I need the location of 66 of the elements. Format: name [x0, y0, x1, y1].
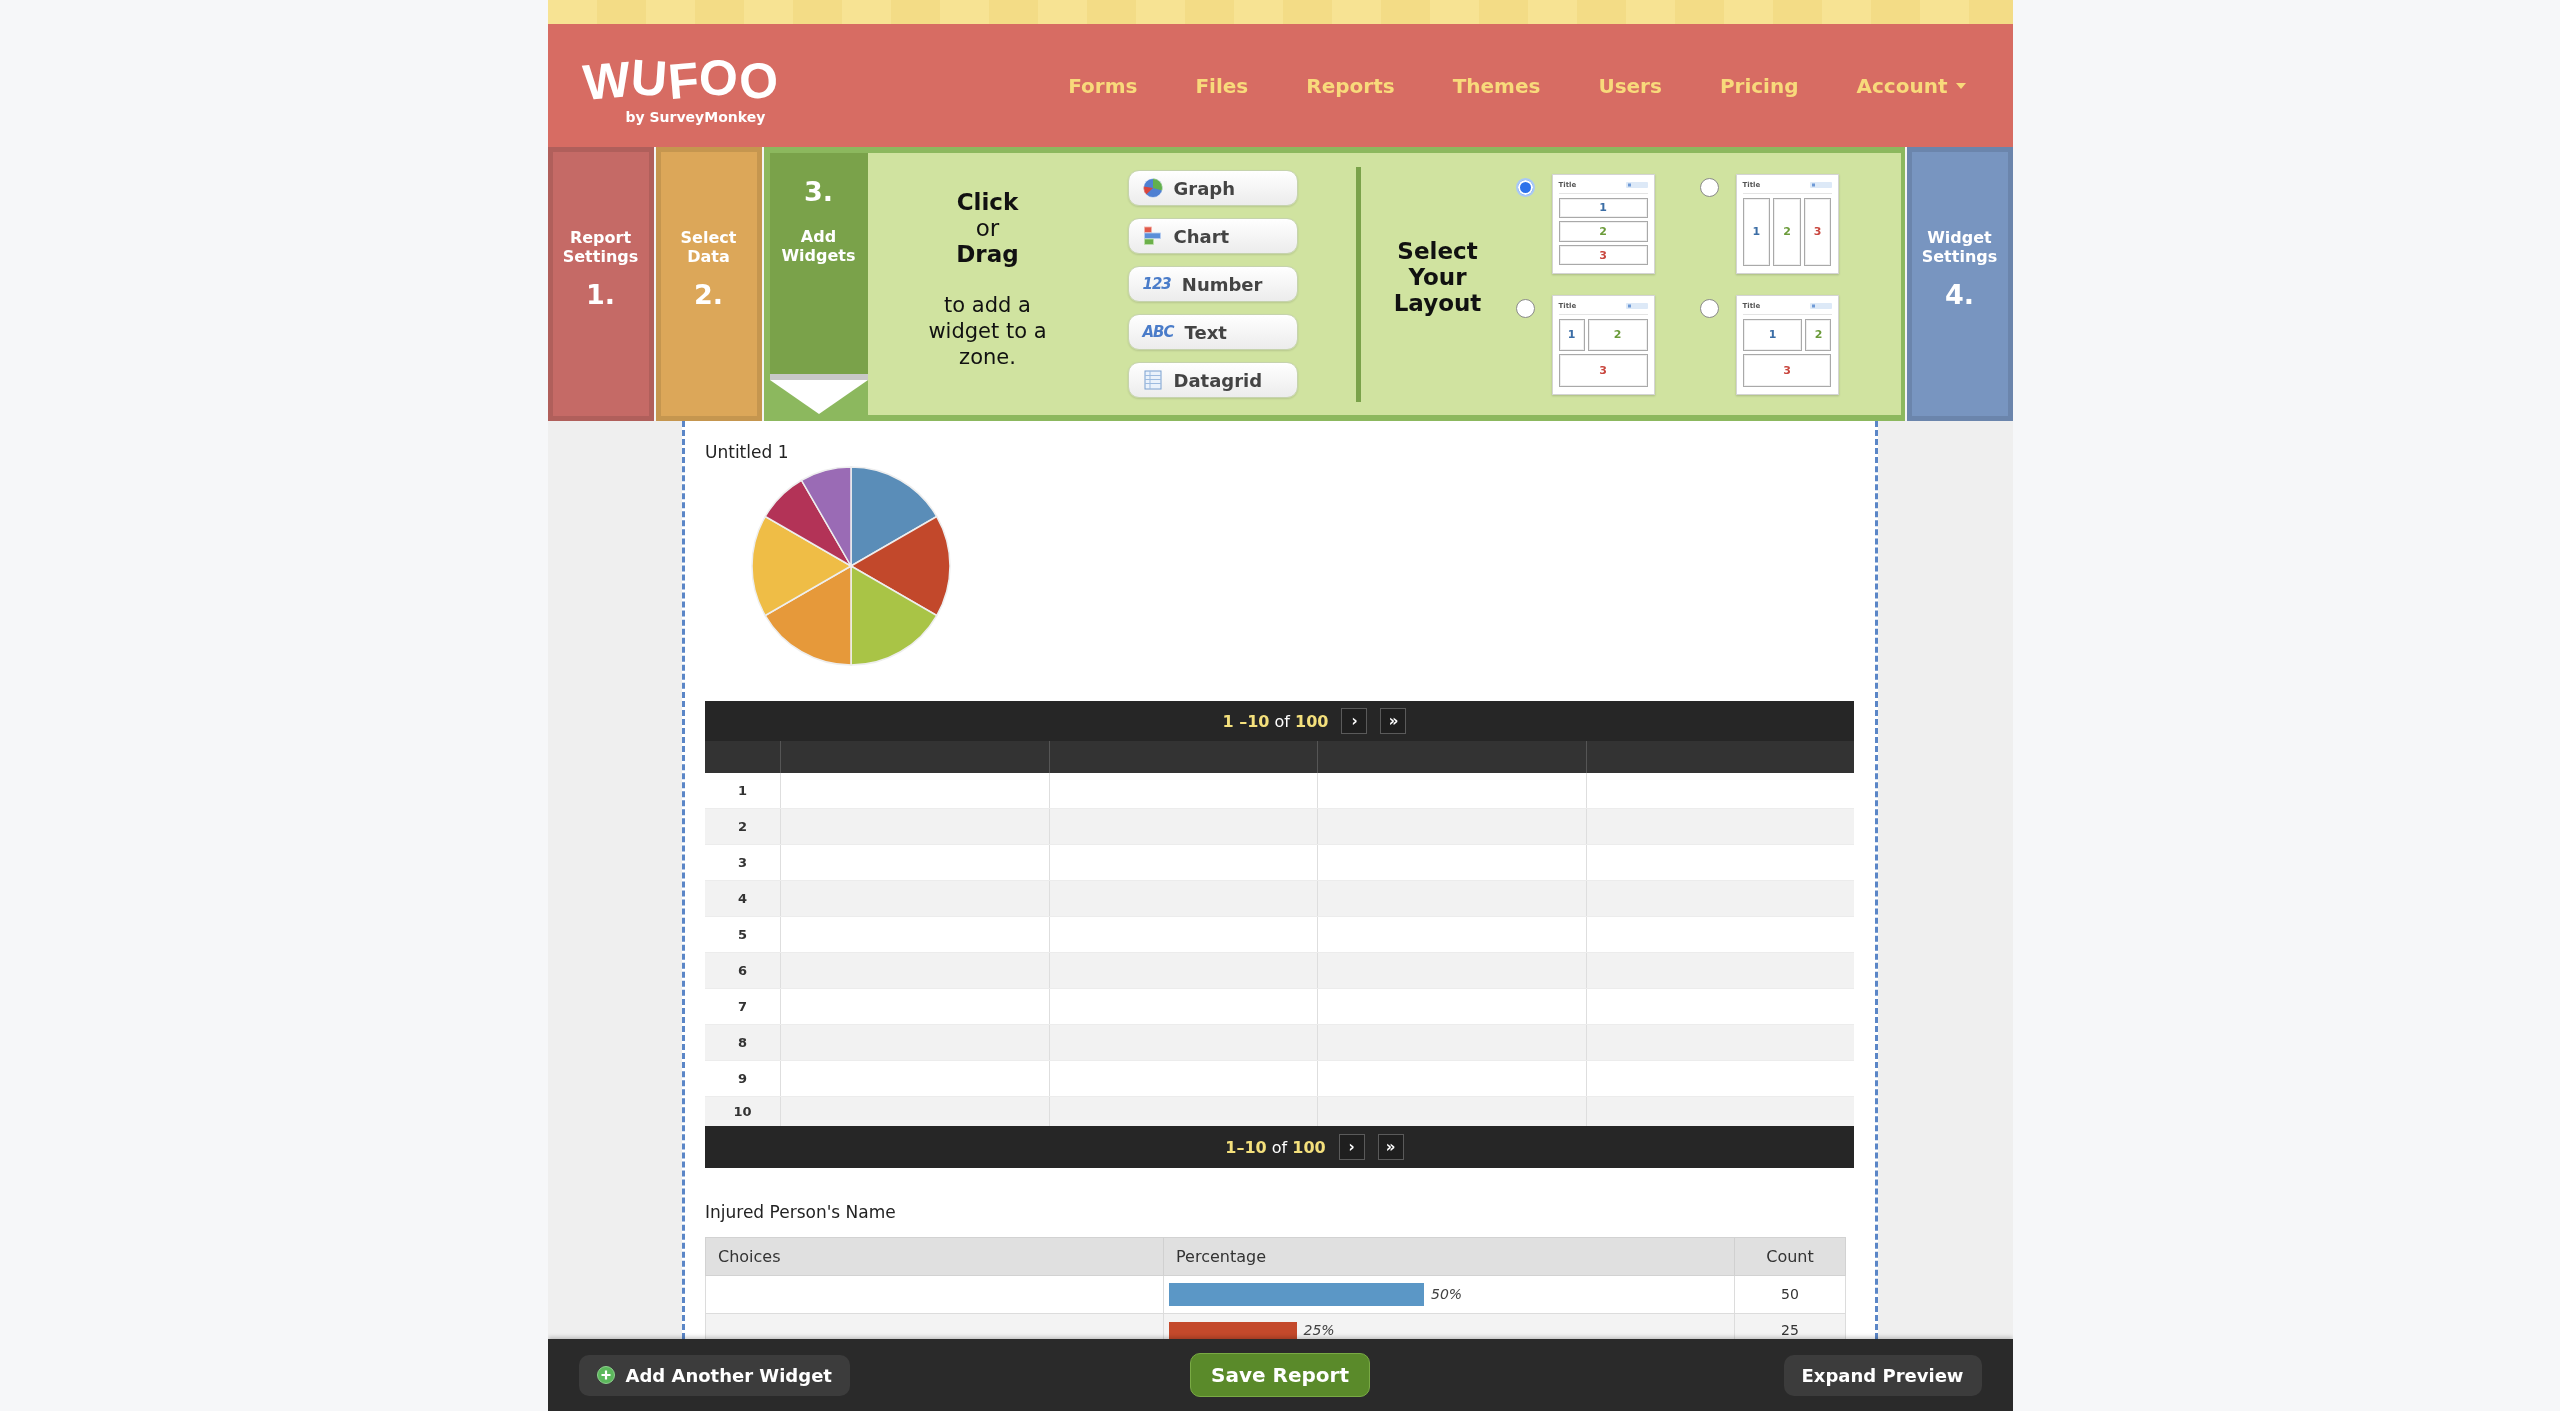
count-value: 50	[1781, 1286, 1799, 1303]
layout-zone: 3	[1558, 244, 1648, 266]
percentage-label: 25%	[1303, 1322, 1335, 1339]
widget-button[interactable]: Datagrid	[1127, 362, 1298, 398]
layout-zone: 1	[1558, 197, 1648, 219]
expand-preview-button[interactable]: Expand Preview	[1783, 1354, 1982, 1396]
number-glyph-icon: 123	[1142, 275, 1171, 293]
row-number: 6	[737, 963, 747, 978]
layout-zone: 1	[1558, 318, 1585, 351]
column-header: Count	[1766, 1247, 1814, 1266]
layout-radio[interactable]	[1515, 298, 1535, 318]
next-page-button[interactable]: ›	[1338, 1134, 1365, 1160]
letters-glyph-icon: ABC	[1142, 323, 1174, 341]
widget-button[interactable]: ABC Text	[1127, 314, 1298, 350]
caret-icon	[1955, 82, 1966, 89]
row-number: 1	[737, 783, 747, 798]
layout-zone: 2	[1773, 197, 1801, 266]
down-triangle-icon	[769, 374, 868, 415]
row-number: 5	[737, 927, 747, 942]
layout-zone: 3	[1742, 354, 1832, 387]
add-widget-button[interactable]: Add Another Widget	[578, 1354, 850, 1396]
percentage-label: 50%	[1431, 1286, 1463, 1303]
pager-text: 1 –10 of 100	[1222, 711, 1329, 731]
widget-title: Untitled 1	[705, 441, 789, 463]
column-header: Percentage	[1176, 1247, 1266, 1266]
pie-chart-icon	[1142, 178, 1163, 198]
row-number: 3	[737, 855, 747, 870]
table-grid-icon	[1142, 370, 1163, 390]
row-number: 8	[737, 1035, 747, 1050]
layout-zone: 3	[1558, 354, 1648, 387]
widget-button[interactable]: 123 Number	[1127, 266, 1298, 302]
mini-button-icon	[1625, 302, 1648, 309]
mini-button-icon	[1809, 302, 1832, 309]
save-report-button[interactable]: Save Report	[1190, 1353, 1370, 1397]
last-page-button[interactable]: »	[1377, 1134, 1404, 1160]
mini-button-icon	[1625, 181, 1648, 188]
mini-button-icon	[1809, 181, 1832, 188]
row-number: 7	[737, 999, 747, 1014]
layout-radio[interactable]	[1699, 298, 1719, 318]
row-number: 2	[737, 819, 747, 834]
layout-zone: 2	[1558, 221, 1648, 242]
instruction-detail: to add a widget to a zone.	[927, 291, 1048, 370]
column-header: Choices	[718, 1247, 781, 1266]
layout-radio[interactable]	[1515, 177, 1535, 197]
layout-zone: 1	[1742, 197, 1771, 266]
next-page-button[interactable]: ›	[1341, 708, 1368, 734]
widget-button[interactable]: Chart	[1127, 218, 1298, 254]
widget-title: Injured Person's Name	[705, 1201, 896, 1223]
layout-zone: 2	[1805, 318, 1832, 351]
row-number: 4	[737, 891, 747, 906]
step-tab[interactable]: Report Settings 1.	[547, 147, 654, 421]
pager-text: 1–10 of 100	[1225, 1137, 1326, 1157]
layout-radio[interactable]	[1699, 177, 1719, 197]
bar-chart-icon	[1142, 226, 1163, 246]
count-value: 25	[1781, 1322, 1799, 1339]
instruction-text: Click or Drag	[956, 188, 1019, 267]
layout-zone: 1	[1742, 318, 1803, 351]
layout-zone: 2	[1587, 318, 1648, 351]
last-page-button[interactable]: »	[1380, 708, 1407, 734]
widget-button[interactable]: Graph	[1127, 170, 1298, 206]
layout-heading: Select Your Layout	[1392, 238, 1483, 316]
plus-circle-icon	[596, 1366, 615, 1384]
row-number: 10	[733, 1104, 752, 1119]
logo-byline: by SurveyMonkey	[625, 108, 766, 125]
layout-zone: 3	[1803, 197, 1832, 266]
row-number: 9	[737, 1071, 747, 1086]
